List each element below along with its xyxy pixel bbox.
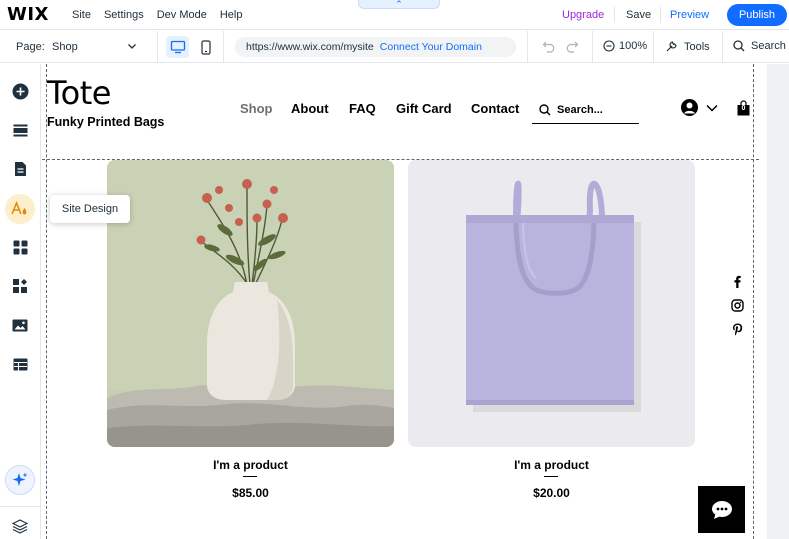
search-label: Search [751, 40, 786, 52]
chevron-down-icon [706, 104, 718, 112]
menu-site[interactable]: Site [72, 9, 91, 21]
right-guide-line [753, 64, 754, 539]
search-icon [539, 103, 551, 115]
desktop-icon [170, 40, 185, 54]
layers-button[interactable] [8, 514, 32, 538]
menu-help[interactable]: Help [220, 9, 243, 21]
site-design-icon [11, 201, 27, 215]
puzzle-icon [13, 279, 27, 293]
site-search-placeholder: Search... [557, 103, 603, 116]
pages-button[interactable] [8, 157, 32, 181]
site-design-tooltip: Site Design [50, 195, 130, 223]
site-brand-subtitle[interactable]: Funky Printed Bags [47, 115, 164, 129]
site-nav-shop[interactable]: Shop [240, 101, 273, 116]
product-image-vase[interactable] [107, 160, 394, 447]
site-url: https://www.wix.com/mysite [246, 41, 374, 53]
sections-button[interactable] [8, 118, 32, 142]
cms-button[interactable] [8, 352, 32, 376]
product-divider [243, 476, 257, 477]
site-nav-about[interactable]: About [291, 101, 329, 116]
site-search-bar[interactable]: Search... [532, 96, 639, 124]
product-divider [544, 476, 558, 477]
search-icon [733, 40, 745, 52]
instagram-icon[interactable] [730, 298, 744, 312]
product-name[interactable]: I'm a product [107, 458, 394, 472]
add-elements-button[interactable] [8, 79, 32, 103]
save-button[interactable]: Save [626, 9, 651, 21]
publish-button[interactable]: Publish [727, 4, 787, 26]
divider [722, 31, 723, 63]
zoom-out-icon [603, 40, 615, 52]
editor-toolbar: Page: Shop https://www.wix.com/mysite Co… [0, 31, 789, 63]
grid-icon [13, 240, 27, 254]
chat-icon [711, 500, 732, 519]
page-selector[interactable]: Shop [52, 41, 78, 53]
product-image-tote-bag[interactable] [408, 160, 695, 447]
tote-bag-photo [408, 160, 695, 447]
account-menu[interactable] [681, 99, 718, 116]
divider [653, 31, 654, 63]
image-icon [12, 319, 28, 331]
canvas-right-gutter [759, 64, 789, 539]
site-nav-gift-card[interactable]: Gift Card [396, 101, 452, 116]
upgrade-link[interactable]: Upgrade [562, 9, 604, 21]
menu-dev-mode[interactable]: Dev Mode [157, 9, 207, 21]
divider [223, 31, 224, 63]
add-icon [12, 83, 28, 99]
facebook-icon[interactable] [730, 274, 744, 288]
divider [157, 31, 158, 63]
desktop-view-button[interactable] [166, 36, 189, 58]
wix-logo[interactable]: WIX [7, 4, 59, 25]
mobile-icon [201, 39, 211, 55]
zoom-value: 100% [619, 40, 648, 52]
chat-button[interactable] [698, 486, 745, 533]
divider [0, 506, 41, 507]
site-design-button[interactable] [5, 194, 35, 224]
site-nav-faq[interactable]: FAQ [349, 101, 376, 116]
editor-search-button[interactable]: Search [733, 40, 786, 52]
divider [660, 7, 661, 23]
cart-count: 0 [741, 105, 746, 112]
preview-button[interactable]: Preview [670, 9, 709, 21]
site-url-bar[interactable]: https://www.wix.com/mysite Connect Your … [235, 37, 516, 57]
chevron-up-icon: ⌃ [395, 0, 403, 9]
page-label: Page: [16, 41, 45, 53]
divider [592, 31, 593, 63]
tools-label: Tools [684, 40, 710, 53]
left-toolbar [0, 64, 41, 539]
vase-photo [107, 160, 394, 447]
redo-icon[interactable] [565, 40, 579, 53]
pinterest-icon[interactable] [730, 322, 744, 336]
ai-assistant-button[interactable] [5, 465, 35, 495]
site-nav-contact[interactable]: Contact [471, 101, 519, 116]
left-guide-line [46, 64, 47, 539]
divider [614, 7, 615, 23]
page-icon [14, 162, 26, 176]
product-name[interactable]: I'm a product [408, 458, 695, 472]
sparkle-icon [12, 472, 28, 486]
publish-label: Publish [738, 9, 776, 21]
wrench-icon [666, 41, 677, 52]
cart-button[interactable]: 0 [737, 100, 750, 116]
product-price: $85.00 [232, 486, 269, 500]
user-avatar-icon [681, 99, 698, 116]
divider [527, 31, 528, 63]
product-price: $20.00 [533, 486, 570, 500]
connect-domain-link[interactable]: Connect Your Domain [380, 41, 482, 53]
table-icon [13, 358, 27, 370]
undo-icon[interactable] [542, 40, 556, 53]
media-button[interactable] [8, 313, 32, 337]
tools-button[interactable]: Tools [665, 40, 710, 53]
menu-settings[interactable]: Settings [104, 9, 144, 21]
mobile-view-button[interactable] [198, 36, 214, 58]
chevron-down-icon[interactable] [127, 41, 137, 51]
apps-button[interactable] [8, 235, 32, 259]
collapse-topbar-tab[interactable]: ⌃ [358, 0, 440, 9]
sections-icon [13, 124, 27, 136]
business-apps-button[interactable] [8, 274, 32, 298]
layers-icon [12, 518, 28, 534]
zoom-control[interactable]: 100% [603, 40, 647, 52]
site-brand-title[interactable]: Tote [47, 74, 111, 112]
